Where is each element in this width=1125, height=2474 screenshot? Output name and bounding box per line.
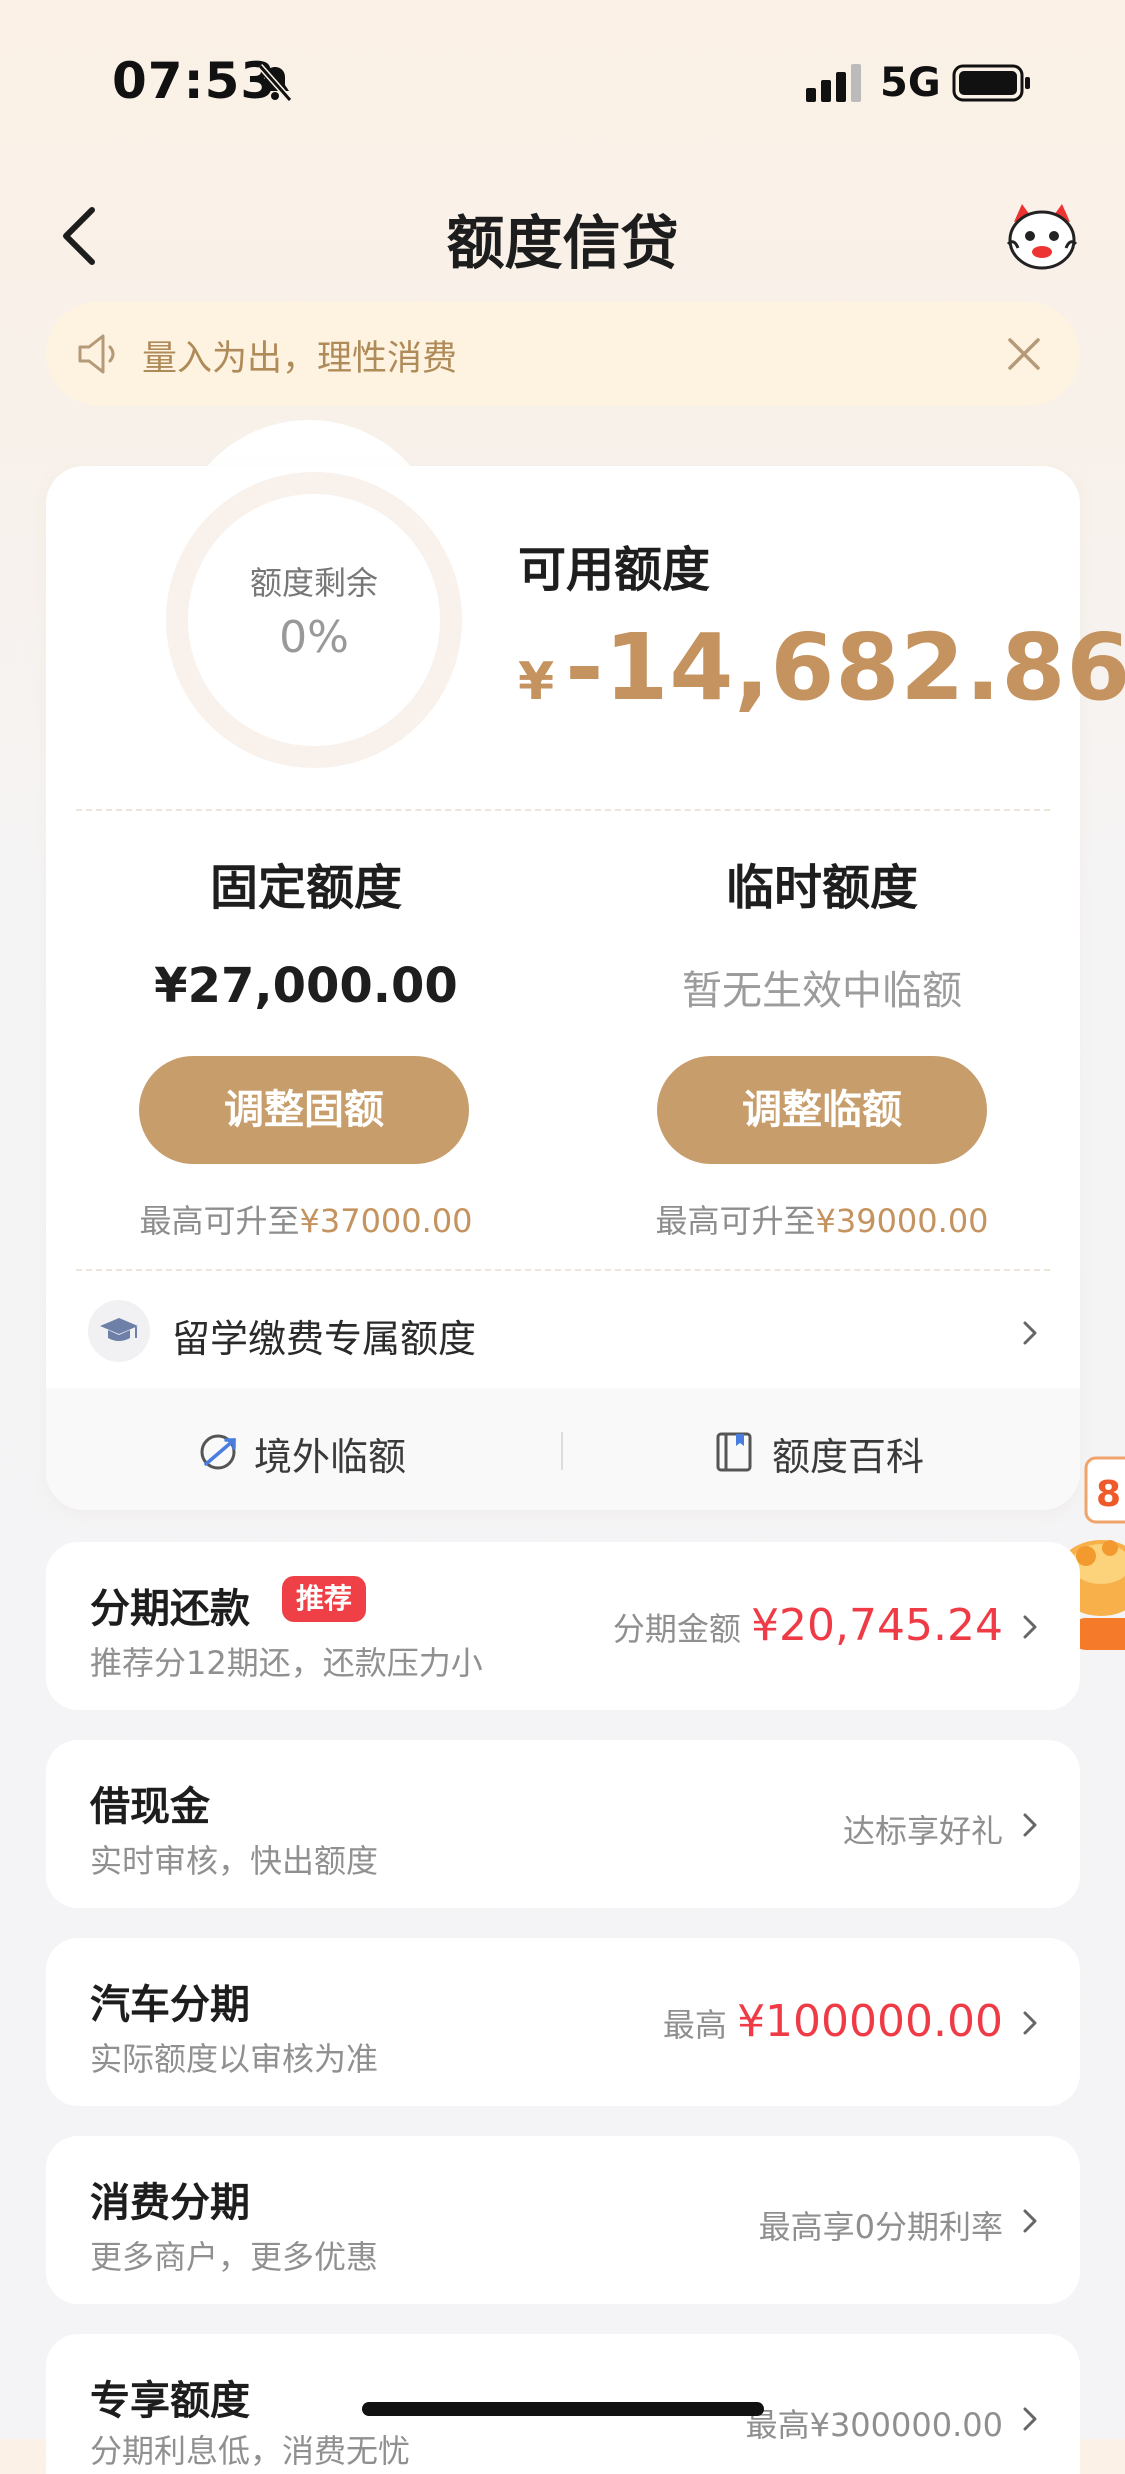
car-installment-right: 最高 ¥100000.00 bbox=[663, 1996, 1003, 2047]
cash-loan-title: 借现金 bbox=[90, 1784, 210, 1830]
status-time: 07:53 bbox=[112, 52, 277, 110]
cash-loan-right: 达标享好礼 bbox=[842, 1812, 1003, 1850]
remaining-label: 额度剩余 bbox=[249, 564, 378, 602]
installment-title: 分期还款 bbox=[90, 1586, 250, 1632]
study-abroad-link[interactable]: 留学缴费专属额度 bbox=[172, 1308, 476, 1363]
mascot-icon[interactable] bbox=[1004, 200, 1080, 272]
installment-amount-label: 分期金额 bbox=[612, 1610, 741, 1648]
notice-text: 量入为出，理性消费 bbox=[142, 339, 458, 379]
exclusive-credit-title: 专享额度 bbox=[90, 2378, 250, 2424]
fixed-max-value: ¥37000.00 bbox=[299, 1202, 473, 1240]
fixed-max-prefix: 最高可升至 bbox=[139, 1202, 300, 1240]
overseas-icon bbox=[200, 1434, 236, 1470]
car-installment-title: 汽车分期 bbox=[90, 1982, 250, 2028]
recommend-badge: 推荐 bbox=[282, 1576, 367, 1622]
temporary-max-value: ¥39000.00 bbox=[815, 1202, 989, 1240]
installment-amount: ¥20,745.24 bbox=[751, 1600, 1003, 1651]
signal-icon bbox=[806, 64, 861, 102]
divider bbox=[76, 809, 1050, 811]
temporary-title: 临时额度 bbox=[725, 860, 918, 916]
chevron-right-icon bbox=[1023, 1321, 1037, 1345]
consumer-installment-title: 消费分期 bbox=[90, 2180, 250, 2226]
fixed-title: 固定额度 bbox=[209, 860, 402, 916]
chevron-right-icon bbox=[1023, 2209, 1037, 2233]
consumer-installment-right: 最高享0分期利率 bbox=[758, 2208, 1003, 2246]
footer-separator bbox=[561, 1432, 563, 1470]
consumer-installment-subtitle: 更多商户，更多优惠 bbox=[90, 2238, 379, 2276]
chevron-right-icon bbox=[1023, 1813, 1037, 1837]
installment-subtitle: 推荐分12期还，还款压力小 bbox=[90, 1644, 483, 1682]
temporary-max: 最高可升至¥39000.00 bbox=[562, 1196, 1082, 1242]
available-label: 可用额度 bbox=[518, 542, 711, 598]
exclusive-credit-right: 最高¥300000.00 bbox=[745, 2406, 1003, 2444]
car-max-amount: ¥100000.00 bbox=[737, 1996, 1003, 2047]
car-installment-subtitle: 实际额度以审核为准 bbox=[90, 2040, 379, 2078]
cash-loan-subtitle: 实时审核，快出额度 bbox=[90, 1842, 379, 1880]
divider bbox=[76, 1269, 1050, 1271]
battery-icon bbox=[952, 64, 1030, 102]
close-icon[interactable] bbox=[1004, 334, 1044, 374]
available-amount: ¥ -14,682.86 bbox=[518, 614, 1125, 721]
adjust-temporary-button[interactable]: 调整临额 bbox=[657, 1056, 987, 1164]
installment-right: 分期金额 ¥20,745.24 bbox=[613, 1600, 1003, 1651]
svg-text:8: 8 bbox=[1096, 1474, 1121, 1515]
speaker-icon bbox=[78, 334, 115, 374]
available-currency: ¥ bbox=[518, 652, 556, 712]
adjust-fixed-button[interactable]: 调整固额 bbox=[139, 1056, 469, 1164]
bell-muted-icon bbox=[257, 64, 293, 102]
home-indicator[interactable] bbox=[362, 2402, 764, 2416]
temporary-status: 暂无生效中临额 bbox=[682, 968, 962, 1014]
temporary-max-prefix: 最高可升至 bbox=[655, 1202, 816, 1240]
page-title: 额度信贷 bbox=[446, 209, 679, 277]
fixed-max: 最高可升至¥37000.00 bbox=[46, 1196, 566, 1242]
chevron-right-icon bbox=[1023, 2011, 1037, 2035]
chevron-right-icon bbox=[1023, 1615, 1037, 1639]
book-icon bbox=[716, 1432, 752, 1472]
remaining-percent: 0% bbox=[279, 612, 349, 663]
graduation-cap-icon bbox=[88, 1300, 150, 1362]
fixed-amount: ¥27,000.00 bbox=[154, 958, 458, 1014]
exclusive-credit-subtitle: 分期利息低，消费无忧 bbox=[90, 2432, 411, 2470]
available-value: -14,682.86 bbox=[565, 614, 1125, 721]
network-label: 5G bbox=[880, 60, 941, 106]
overseas-temp-link[interactable]: 境外临额 bbox=[254, 1426, 406, 1481]
car-max-label: 最高 bbox=[662, 2006, 727, 2044]
chevron-right-icon bbox=[1023, 2407, 1037, 2431]
credit-encyclopedia-link[interactable]: 额度百科 bbox=[772, 1426, 924, 1481]
